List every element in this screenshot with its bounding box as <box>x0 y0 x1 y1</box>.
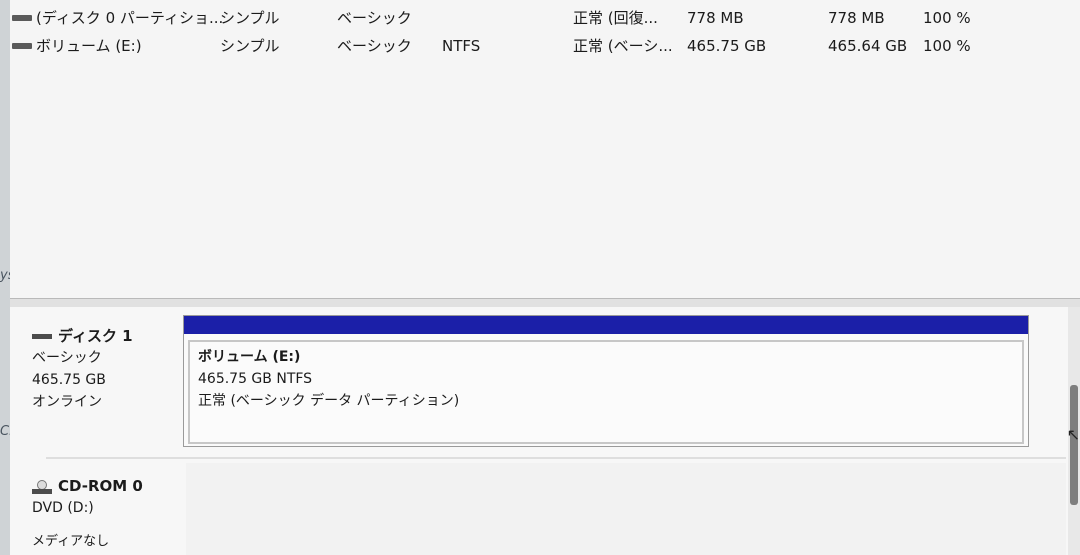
volume-status: 正常 (回復... <box>573 9 658 27</box>
partition-status: 正常 (ベーシック データ パーティション) <box>198 393 460 409</box>
volume-list: (ディスク 0 パーティショ... シンプル ベーシック 正常 (回復... 7… <box>10 0 1080 298</box>
partition-color-bar <box>184 316 1028 334</box>
scrollbar-thumb[interactable] <box>1070 385 1078 505</box>
volume-icon <box>12 43 32 49</box>
volume-name: ボリューム (E:) <box>36 37 142 55</box>
disk-state: オンライン <box>32 394 102 410</box>
cdrom-name: CD-ROM 0 <box>58 477 143 495</box>
volume-free-percent: 100 % <box>923 9 971 27</box>
partition-size-fs: 465.75 GB NTFS <box>198 371 313 387</box>
disk-name: ディスク 1 <box>58 327 133 345</box>
disk-map: ディスク 1 ベーシック 465.75 GB オンライン ボリューム (E:) … <box>10 307 1068 555</box>
cdrom-empty-area[interactable] <box>186 463 1066 555</box>
volume-row[interactable]: ボリューム (E:) シンプル ベーシック NTFS 正常 (ベーシ... 46… <box>10 34 1080 58</box>
mouse-cursor-icon: ↖ <box>1066 425 1080 444</box>
partition-details[interactable]: ボリューム (E:) 465.75 GB NTFS 正常 (ベーシック データ … <box>188 340 1024 444</box>
volume-type: ベーシック <box>337 37 412 55</box>
volume-free-space: 778 MB <box>828 9 885 27</box>
volume-name: (ディスク 0 パーティショ... <box>36 9 224 27</box>
volume-capacity: 465.75 GB <box>687 37 767 55</box>
cd-drive-icon <box>32 479 52 494</box>
volume-type: ベーシック <box>337 9 412 27</box>
cdrom-drive: DVD (D:) <box>32 500 94 516</box>
disk-row-divider <box>46 457 1066 459</box>
volume-capacity: 778 MB <box>687 9 744 27</box>
disk-management-window: (ディスク 0 パーティショ... シンプル ベーシック 正常 (回復... 7… <box>10 0 1080 555</box>
volume-layout: シンプル <box>220 9 280 27</box>
volume-row[interactable]: (ディスク 0 パーティショ... シンプル ベーシック 正常 (回復... 7… <box>10 6 1080 30</box>
cdrom0-info[interactable]: CD-ROM 0 DVD (D:) メディアなし <box>32 475 182 553</box>
volume-free-space: 465.64 GB <box>828 37 908 55</box>
disk-size: 465.75 GB <box>32 372 106 388</box>
volume-status: 正常 (ベーシ... <box>573 37 673 55</box>
partition-title: ボリューム (E:) <box>198 349 301 365</box>
volume-icon <box>12 15 32 21</box>
volume-free-percent: 100 % <box>923 37 971 55</box>
cdrom-media: メディアなし <box>32 534 110 549</box>
disk1-info[interactable]: ディスク 1 ベーシック 465.75 GB オンライン <box>32 325 182 413</box>
volume-filesystem: NTFS <box>442 37 481 55</box>
disk-icon <box>32 334 52 339</box>
disk-type: ベーシック <box>32 350 102 366</box>
partition-e[interactable]: ボリューム (E:) 465.75 GB NTFS 正常 (ベーシック データ … <box>183 315 1029 447</box>
volume-layout: シンプル <box>220 37 280 55</box>
